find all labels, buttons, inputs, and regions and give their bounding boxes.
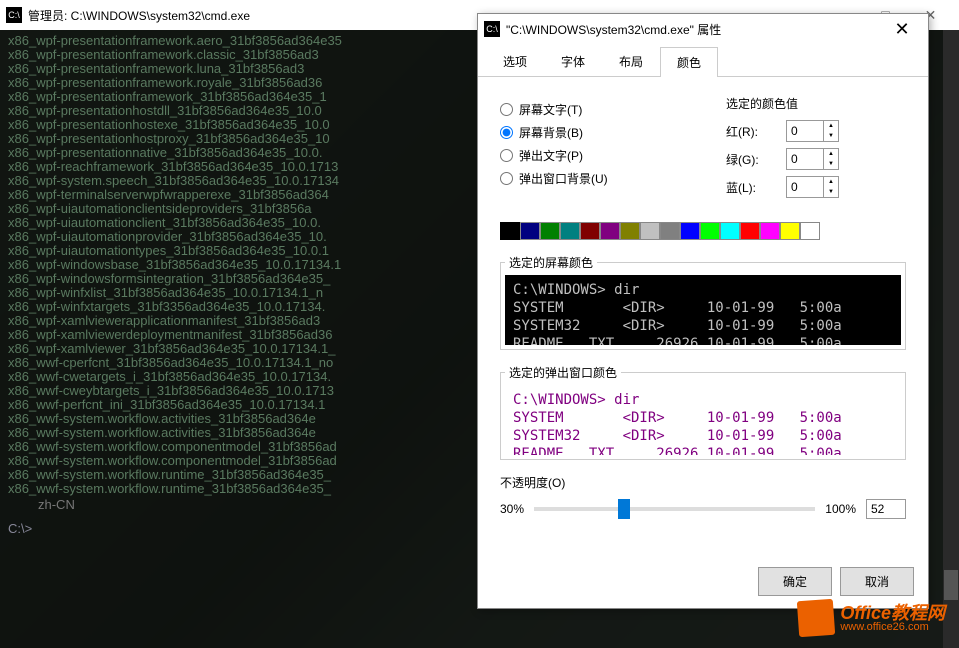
screen-preview-label: 选定的屏幕颜色 <box>505 254 597 271</box>
color-swatch[interactable] <box>520 222 540 240</box>
office-logo-icon <box>797 599 835 637</box>
color-swatch[interactable] <box>500 222 520 240</box>
opacity-input[interactable] <box>866 499 906 519</box>
red-up[interactable]: ▲ <box>824 121 838 131</box>
color-palette <box>500 222 906 240</box>
color-swatch[interactable] <box>740 222 760 240</box>
red-label: 红(R): <box>726 123 786 140</box>
screen-text-label: 屏幕文字(T) <box>519 101 582 118</box>
color-swatch[interactable] <box>640 222 660 240</box>
close-button[interactable]: ✕ <box>882 15 922 43</box>
tab-bar: 选项字体布局颜色 <box>478 46 928 77</box>
color-swatch[interactable] <box>600 222 620 240</box>
watermark-url: www.office26.com <box>840 622 945 633</box>
tab-颜色[interactable]: 颜色 <box>660 47 718 77</box>
blue-up[interactable]: ▲ <box>824 177 838 187</box>
ok-button[interactable]: 确定 <box>758 567 832 596</box>
color-values-group: 选定的颜色值 红(R):▲▼ 绿(G):▲▼ 蓝(L):▲▼ <box>726 95 906 204</box>
opacity-max: 100% <box>825 502 856 516</box>
opacity-label: 不透明度(O) <box>500 474 906 491</box>
screen-preview-group: 选定的屏幕颜色 C:\WINDOWS> dir SYSTEM <DIR> 10-… <box>500 254 906 350</box>
opacity-min: 30% <box>500 502 524 516</box>
scrollbar-vertical[interactable] <box>943 30 959 648</box>
green-label: 绿(G): <box>726 151 786 168</box>
cmd-icon: C:\ <box>6 7 22 23</box>
color-swatch[interactable] <box>560 222 580 240</box>
scroll-thumb[interactable] <box>944 570 958 600</box>
popup-text-radio[interactable] <box>500 149 513 162</box>
screen-bg-radio[interactable] <box>500 126 513 139</box>
properties-title: "C:\WINDOWS\system32\cmd.exe" 属性 <box>506 21 721 38</box>
tab-布局[interactable]: 布局 <box>602 46 660 76</box>
opacity-thumb[interactable] <box>618 499 630 519</box>
red-input[interactable] <box>787 122 823 140</box>
color-swatch[interactable] <box>760 222 780 240</box>
blue-down[interactable]: ▼ <box>824 187 838 197</box>
color-swatch[interactable] <box>700 222 720 240</box>
opacity-slider[interactable] <box>534 507 815 511</box>
color-swatch[interactable] <box>720 222 740 240</box>
screen-preview: C:\WINDOWS> dir SYSTEM <DIR> 10-01-99 5:… <box>505 275 901 345</box>
tab-字体[interactable]: 字体 <box>544 46 602 76</box>
green-up[interactable]: ▲ <box>824 149 838 159</box>
red-down[interactable]: ▼ <box>824 131 838 141</box>
cancel-button[interactable]: 取消 <box>840 567 914 596</box>
color-swatch[interactable] <box>680 222 700 240</box>
blue-input[interactable] <box>787 178 823 196</box>
color-swatch[interactable] <box>780 222 800 240</box>
tab-选项[interactable]: 选项 <box>486 46 544 76</box>
properties-dialog: C:\ "C:\WINDOWS\system32\cmd.exe" 属性 ✕ 选… <box>477 13 929 609</box>
color-swatch[interactable] <box>660 222 680 240</box>
color-swatch[interactable] <box>580 222 600 240</box>
watermark: Office教程网 www.office26.com <box>798 600 945 636</box>
target-radio-group: 屏幕文字(T) 屏幕背景(B) 弹出文字(P) 弹出窗口背景(U) <box>500 95 702 204</box>
green-input[interactable] <box>787 150 823 168</box>
screen-text-radio[interactable] <box>500 103 513 116</box>
screen-bg-label: 屏幕背景(B) <box>519 124 583 141</box>
color-swatch[interactable] <box>800 222 820 240</box>
popup-text-label: 弹出文字(P) <box>519 147 583 164</box>
color-swatch[interactable] <box>540 222 560 240</box>
watermark-title: Office教程网 <box>840 604 945 622</box>
properties-body: 屏幕文字(T) 屏幕背景(B) 弹出文字(P) 弹出窗口背景(U) 选定的颜色值… <box>478 77 928 537</box>
popup-preview-group: 选定的弹出窗口颜色 C:\WINDOWS> dir SYSTEM <DIR> 1… <box>500 364 906 460</box>
green-down[interactable]: ▼ <box>824 159 838 169</box>
popup-preview: C:\WINDOWS> dir SYSTEM <DIR> 10-01-99 5:… <box>505 385 901 455</box>
color-swatch[interactable] <box>620 222 640 240</box>
popup-preview-label: 选定的弹出窗口颜色 <box>505 364 621 381</box>
popup-bg-radio[interactable] <box>500 172 513 185</box>
color-values-label: 选定的颜色值 <box>726 95 906 112</box>
properties-titlebar[interactable]: C:\ "C:\WINDOWS\system32\cmd.exe" 属性 ✕ <box>478 14 928 44</box>
cmd-icon: C:\ <box>484 21 500 37</box>
blue-label: 蓝(L): <box>726 179 786 196</box>
popup-bg-label: 弹出窗口背景(U) <box>519 170 608 187</box>
